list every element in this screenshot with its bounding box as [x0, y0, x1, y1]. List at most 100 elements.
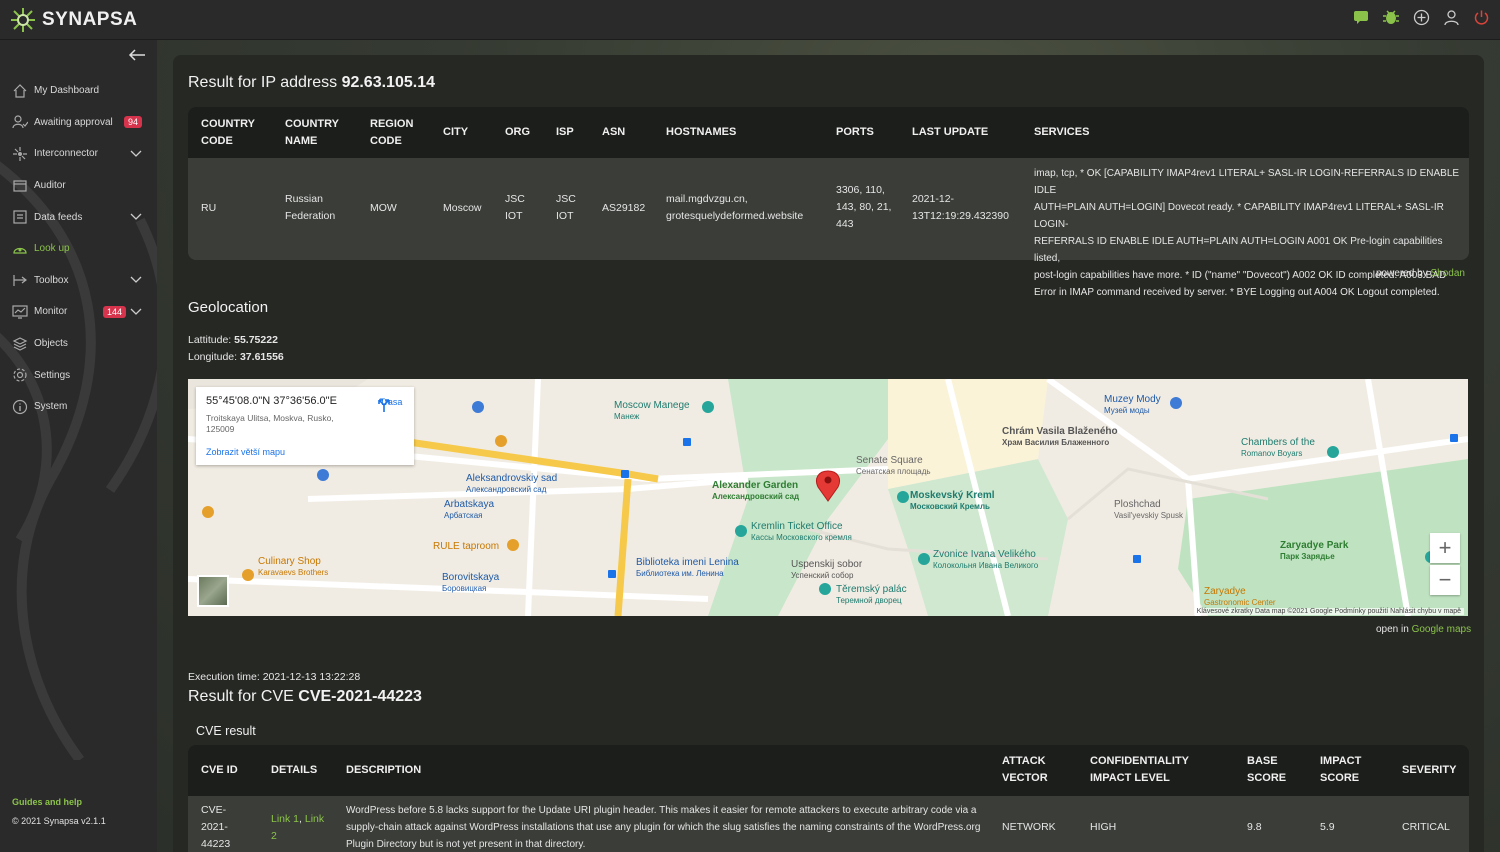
sidebar-item-objects[interactable]: Objects	[0, 328, 157, 360]
zoom-in-button[interactable]: +	[1430, 533, 1460, 563]
sidebar-item-label: Settings	[34, 369, 71, 381]
lookup-icon	[11, 240, 29, 258]
cell-country-name: Russian Federation	[285, 193, 336, 222]
directions-button[interactable]: Trasa	[376, 397, 406, 412]
zoom-out-button[interactable]: −	[1430, 565, 1460, 595]
map-label: RULE taproom	[433, 541, 500, 552]
link-1[interactable]: Link 1	[271, 813, 299, 825]
chevron-down-icon[interactable]	[130, 308, 142, 316]
cve-id: CVE-2021-44223	[298, 688, 422, 705]
cell-severity: CRITICAL	[1402, 821, 1450, 833]
col-country-code: COUNTRY CODE	[201, 118, 255, 147]
map-footer: Klávesové zkratky Data map ©2021 Google …	[1193, 608, 1464, 615]
latitude: Lattitude: 55.75222	[188, 334, 278, 346]
shodan-link[interactable]: Shodan	[1430, 268, 1464, 279]
cve-result-title: Result for CVE CVE-2021-44223	[188, 688, 422, 705]
link-2[interactable]: Link	[305, 813, 324, 825]
monitor-count-badge: 144	[103, 305, 127, 318]
guides-and-help-link[interactable]: Guides and help	[12, 797, 82, 807]
col-base-score: BASE SCORE	[1247, 755, 1287, 784]
map-label: Zaryadye Park Парк Зарядье	[1280, 540, 1349, 561]
cell-org: JSC IOT	[505, 193, 525, 222]
google-maps-link[interactable]: Google maps	[1412, 624, 1471, 635]
sidebar-item-auditor[interactable]: Auditor	[0, 170, 157, 202]
sidebar-item-toolbox[interactable]: Toolbox	[0, 265, 157, 297]
map-label: Biblioteka imeni Lenina Библиотека им. Ле…	[636, 557, 739, 578]
sidebar-item-label: Data feeds	[34, 211, 83, 223]
cell-ports: 3306, 110, 143, 80, 21, 443	[836, 184, 892, 230]
geolocation-title: Geolocation	[188, 299, 269, 316]
sidebar-item-system[interactable]: System	[0, 391, 157, 423]
map-label: Senate Square Сенатская площадь	[856, 455, 931, 476]
cell-city: Moscow	[443, 202, 482, 214]
sidebar-item-label: Auditor	[34, 180, 66, 192]
cve-table-header: CVE ID DETAILS DESCRIPTION ATTACK VECTOR …	[188, 745, 1469, 796]
toolbox-icon	[11, 271, 29, 289]
chevron-down-icon[interactable]	[130, 276, 142, 284]
col-impact-score: IMPACT SCORE	[1320, 755, 1362, 784]
synapsa-logo[interactable]: SYNAPSA	[8, 5, 137, 35]
map-label: Uspenskij sobor Успенский собор	[791, 559, 863, 580]
col-region-code: REGION CODE	[370, 118, 414, 147]
link-2-suffix[interactable]: 2	[271, 828, 331, 845]
map-label: Muzey Mody Музей моды	[1104, 394, 1161, 415]
view-larger-map-link[interactable]: Zobrazit větší mapu	[206, 447, 285, 457]
power-icon[interactable]	[1472, 8, 1490, 26]
main-content: Result for IP address 92.63.105.14 COUNT…	[157, 40, 1500, 852]
map-label: Culinary Shop Karavaevs Brothers	[258, 556, 329, 577]
monitor-icon	[11, 303, 29, 321]
user-icon[interactable]	[1442, 8, 1460, 26]
collapse-sidebar-icon[interactable]	[128, 48, 146, 62]
chevron-down-icon[interactable]	[130, 150, 142, 158]
col-confidentiality: CONFIDENTIALITY IMPACT LEVEL	[1090, 755, 1189, 784]
sidebar-item-my-dashboard[interactable]: My Dashboard	[0, 75, 157, 107]
sidebar-item-monitor[interactable]: Monitor 144	[0, 296, 157, 328]
copyright: © 2021 Synapsa v2.1.1	[12, 816, 106, 826]
home-icon	[11, 82, 29, 100]
map-label: Arbatskaya Арбатская	[444, 499, 495, 520]
sidebar-item-label: My Dashboard	[34, 85, 100, 97]
app-name: SYNAPSA	[42, 8, 138, 30]
sidebar-item-interconnector[interactable]: Interconnector	[0, 138, 157, 170]
approval-count-badge: 94	[124, 116, 143, 129]
cell-impact-score: 5.9	[1320, 821, 1335, 833]
sidebar: My Dashboard Awaiting approval 94 Interc…	[0, 40, 157, 852]
cell-hostnames: mail.mgdvzgu.cn, grotesquelydeformed.webs…	[666, 193, 804, 222]
col-isp: ISP	[556, 126, 574, 138]
longitude: Longitude: 37.61556	[188, 351, 284, 363]
open-in-maps: open in Google maps	[1376, 624, 1472, 635]
sidebar-item-label: System	[34, 401, 68, 413]
chat-icon[interactable]	[1352, 8, 1370, 26]
map-label: Moskevský Kreml Московский Кремль	[910, 490, 995, 511]
sidebar-item-look-up[interactable]: Look up	[0, 233, 157, 265]
approval-icon	[11, 113, 29, 131]
chevron-down-icon[interactable]	[130, 213, 142, 221]
map-label: Borovitskaya Боровицкая	[442, 572, 500, 593]
cell-last-update: 2021-12- 13T12:19:29.432390	[912, 193, 1009, 222]
col-ports: PORTS	[836, 126, 874, 138]
sidebar-item-label: Monitor	[34, 306, 68, 318]
add-circle-icon[interactable]	[1412, 8, 1430, 26]
col-last-update: LAST UPDATE	[912, 126, 989, 138]
sidebar-item-settings[interactable]: Settings	[0, 359, 157, 391]
map-coordinates: 55°45'08.0"N 37°36'56.0"E	[206, 395, 337, 407]
objects-icon	[11, 335, 29, 353]
cve-subtitle: CVE result	[196, 724, 256, 738]
cell-services: imap, tcp, * OK [CAPABILITY IMAP4rev1 LI…	[1034, 168, 1460, 298]
sidebar-item-awaiting-approval[interactable]: Awaiting approval 94	[0, 107, 157, 139]
col-city: CITY	[443, 126, 469, 138]
bug-icon[interactable]	[1382, 8, 1400, 26]
data-feeds-icon	[11, 208, 29, 226]
directions-icon	[378, 399, 390, 412]
map-label: Ploshchad Vasil'yevskiy Spusk	[1114, 499, 1183, 520]
cve-table-row: CVE- 2021- 44223 Link 1, Link 2 WordPress …	[188, 796, 1469, 852]
sidebar-item-data-feeds[interactable]: Data feeds	[0, 201, 157, 233]
col-description: DESCRIPTION	[346, 764, 422, 776]
map-label: Zaryadye Gastronomic Center	[1204, 586, 1276, 607]
satellite-toggle[interactable]	[197, 575, 229, 607]
map-address: Troitskaya Ulitsa, Moskva, Rusko, 125009	[206, 413, 334, 434]
sidebar-item-label: Objects	[34, 338, 68, 350]
map-label: Kremlin Ticket Office Кассы Московского к…	[751, 521, 852, 542]
map-label: Alexander Garden Александровский сад	[712, 480, 800, 501]
map[interactable]: Moscow Manege Манеж Alexander Garden Алекс…	[188, 379, 1468, 616]
